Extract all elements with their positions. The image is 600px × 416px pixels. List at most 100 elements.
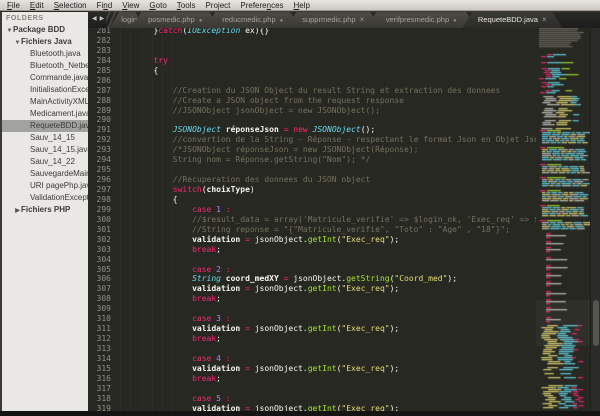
menu-bar: FileEditSelectionFindViewGotoToolsProjec… <box>0 0 600 11</box>
line-number: 311 <box>88 324 112 334</box>
code-line: { <box>115 195 536 205</box>
tab-label: RequeteBDD.java <box>478 15 538 24</box>
code-line: validation = jsonObject.getInt("Exec_req… <box>115 364 536 374</box>
sidebar-item-sauv-14-22[interactable]: Sauv_14_22 <box>2 156 88 168</box>
window-bottom-edge <box>0 411 600 416</box>
sidebar-item-bluetooth-netbea[interactable]: Bluetooth_Netbea <box>2 60 88 72</box>
sidebar-item-label: ValidationExceptio <box>30 193 88 202</box>
line-number: 310 <box>88 314 112 324</box>
line-number: 291 <box>88 125 112 135</box>
menu-tools[interactable]: Tools <box>172 0 201 11</box>
sidebar-item-fichiers-java[interactable]: ▼Fichiers Java <box>2 36 88 48</box>
line-number: 304 <box>88 255 112 265</box>
line-number: 300 <box>88 215 112 225</box>
code-line: break; <box>115 374 536 384</box>
tabs-strip: login.pposmedic.php●reducmedic.php●suppr… <box>116 11 555 28</box>
code-line: case 2 : <box>115 265 536 275</box>
menu-help[interactable]: Help <box>289 0 315 11</box>
scrollbar-thumb[interactable] <box>593 300 599 346</box>
menu-file[interactable]: File <box>2 0 25 11</box>
sidebar-item-label: Fichiers PHP <box>21 205 70 214</box>
tab-label: reducmedic.php <box>222 15 275 24</box>
line-number: 286 <box>88 76 112 86</box>
line-number: 302 <box>88 235 112 245</box>
sidebar-item-validationexceptio[interactable]: ValidationExceptio <box>2 192 88 204</box>
sidebar-item-commande-java[interactable]: Commande.java <box>2 72 88 84</box>
modified-dot-icon: ● <box>199 18 203 24</box>
sidebar-item-medicament-java[interactable]: Medicament.java <box>2 108 88 120</box>
menu-find[interactable]: Find <box>92 0 118 11</box>
code-line <box>115 304 536 314</box>
sidebar-item-mainactivityxml-x[interactable]: MainActivityXML.x <box>2 96 88 108</box>
sidebar-item-sauv-14-15-java[interactable]: Sauv_14_15.java <box>2 144 88 156</box>
sidebar-item-sauv-14-15[interactable]: Sauv_14_15 <box>2 132 88 144</box>
code-line: break; <box>115 334 536 344</box>
code-line: //JSONObject jsonObject = new JSONObject… <box>115 106 536 116</box>
close-icon[interactable]: × <box>360 15 365 24</box>
scrollbar-track[interactable] <box>590 28 600 411</box>
sidebar-item-label: URI pagePhp.java <box>30 181 88 190</box>
line-number: 306 <box>88 274 112 284</box>
code-line: String coord_medXY = jsonObject.getStrin… <box>115 274 536 284</box>
sidebar-item-initialisationexcep[interactable]: InitialisationExcep <box>2 84 88 96</box>
line-number: 287 <box>88 86 112 96</box>
tab-scroll-left-button[interactable]: ◀ <box>92 11 97 28</box>
sidebar-item-sauvegardemaina[interactable]: SauvegardeMainA <box>2 168 88 180</box>
close-icon[interactable]: × <box>542 15 547 24</box>
folder-open-arrow-icon[interactable]: ▼ <box>6 25 13 36</box>
code-line: validation = jsonObject.getInt("Exec_req… <box>115 324 536 334</box>
code-line: try <box>115 56 536 66</box>
sidebar-item-label: InitialisationExcep <box>30 85 88 94</box>
sidebar-item-uri-pagephp-java[interactable]: URI pagePhp.java <box>2 180 88 192</box>
gutter: 2812822832842852862872882892902912922932… <box>88 28 112 411</box>
code-line <box>115 255 536 265</box>
sidebar-item-label: Medicament.java <box>30 109 88 118</box>
line-number: 288 <box>88 96 112 106</box>
code-line <box>115 165 536 175</box>
tab-scroll-right-button[interactable]: ▶ <box>100 11 105 28</box>
code-line <box>115 115 536 125</box>
code-area[interactable]: }catch(IOException ex){} try { //Creatio… <box>115 28 536 411</box>
code-line <box>115 36 536 46</box>
tab-requetebdd-java[interactable]: RequeteBDD.java × <box>462 12 562 28</box>
folder-open-arrow-icon[interactable]: ▼ <box>14 37 21 48</box>
line-number: 290 <box>88 115 112 125</box>
code-line: validation = jsonObject.getInt("Exec_req… <box>115 404 536 411</box>
line-number: 289 <box>88 106 112 116</box>
line-number: 294 <box>88 155 112 165</box>
sidebar-item-fichiers-php[interactable]: ▶Fichiers PHP <box>2 204 88 216</box>
code-line: //$result_data = array('Matricule_verifi… <box>115 215 536 225</box>
tab-verifpresmedic-php[interactable]: verifpresmedic.php ● <box>366 12 476 28</box>
code-line <box>115 76 536 86</box>
line-number: 283 <box>88 46 112 56</box>
minimap[interactable] <box>536 28 590 411</box>
line-number: 295 <box>88 165 112 175</box>
menu-project[interactable]: Project <box>200 0 235 11</box>
code-line: //Create a JSON object from the request … <box>115 96 536 106</box>
menu-preferences[interactable]: Preferences <box>235 0 288 11</box>
modified-dot-icon: ● <box>453 18 457 24</box>
folder-closed-arrow-icon[interactable]: ▶ <box>14 205 21 216</box>
tab-supprmedic-php[interactable]: supprmedic.php× <box>286 12 380 28</box>
sidebar-item-label: Sauv_14_15 <box>30 133 75 142</box>
menu-selection[interactable]: Selection <box>49 0 92 11</box>
code-line: break; <box>115 245 536 255</box>
sidebar-item-label: SauvegardeMainA <box>30 169 88 178</box>
line-number: 318 <box>88 394 112 404</box>
sidebar-item-requetebdd-java[interactable]: RequeteBDD.java <box>2 120 88 132</box>
code-line: validation = jsonObject.getInt("Exec_req… <box>115 235 536 245</box>
sidebar-item-label: Bluetooth.java <box>30 49 81 58</box>
sidebar-item-package-bdd[interactable]: ▼Package BDD <box>2 24 88 36</box>
tab-posmedic-php[interactable]: posmedic.php● <box>131 12 219 28</box>
code-line: }catch(IOException ex){} <box>115 28 536 36</box>
line-number: 282 <box>88 36 112 46</box>
menu-view[interactable]: View <box>117 0 144 11</box>
menu-goto[interactable]: Goto <box>144 0 171 11</box>
menu-edit[interactable]: Edit <box>25 0 49 11</box>
tab-reducmedic-php[interactable]: reducmedic.php● <box>205 12 300 28</box>
code-line: { <box>115 66 536 76</box>
tab-label: verifpresmedic.php <box>386 15 449 24</box>
folders-header: FOLDERS <box>2 12 88 24</box>
sidebar-item-bluetooth-java[interactable]: Bluetooth.java <box>2 48 88 60</box>
line-number: 319 <box>88 404 112 411</box>
